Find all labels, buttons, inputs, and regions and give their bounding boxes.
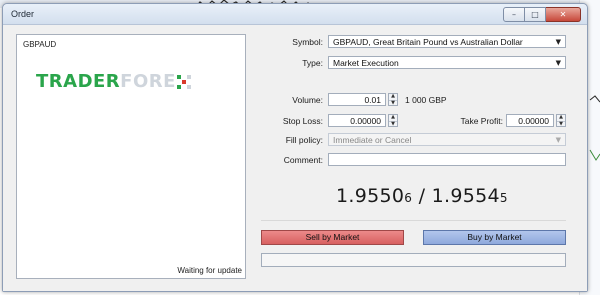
- stop-loss-stepper[interactable]: ▲ ▼: [388, 114, 398, 127]
- volume-unit: 1 000 GBP: [405, 95, 447, 105]
- spin-down-icon[interactable]: ▼: [389, 120, 397, 128]
- tick-chart-panel: GBPAUD TRADER FORE Waiting for update: [16, 34, 246, 279]
- divider: [261, 220, 566, 221]
- minimize-button[interactable]: –: [503, 7, 525, 22]
- fill-policy-select[interactable]: Immediate or Cancel ▼: [328, 133, 566, 146]
- dialog-body: GBPAUD TRADER FORE Waiting for update Sy…: [3, 25, 587, 291]
- maximize-icon: □: [531, 10, 539, 19]
- minimize-icon: –: [512, 10, 516, 19]
- chevron-down-icon: ▼: [555, 59, 561, 67]
- order-type-select[interactable]: Market Execution ▼: [328, 56, 566, 69]
- spin-down-icon[interactable]: ▼: [389, 99, 397, 107]
- order-type-value: Market Execution: [333, 58, 399, 68]
- stop-loss-input[interactable]: 0.00000: [328, 114, 386, 127]
- quote-separator: /: [412, 185, 432, 207]
- symbol-select-value: GBPAUD, Great Britain Pound vs Australia…: [333, 37, 523, 47]
- title-bar: Order – □ ✕: [3, 4, 587, 25]
- chevron-down-icon: ▼: [555, 136, 561, 144]
- spin-down-icon[interactable]: ▼: [557, 120, 565, 128]
- volume-stepper[interactable]: ▲ ▼: [388, 93, 398, 106]
- fill-policy-value: Immediate or Cancel: [333, 135, 412, 145]
- close-icon: ✕: [559, 10, 567, 19]
- take-profit-label: Take Profit:: [460, 116, 503, 126]
- type-label: Type:: [302, 58, 323, 68]
- maximize-button[interactable]: □: [525, 7, 546, 22]
- traderforex-logo: TRADER FORE: [36, 71, 192, 92]
- stop-loss-label: Stop Loss:: [282, 116, 323, 126]
- ask-price: 1.95545: [431, 185, 508, 207]
- execution-progress-bar: [261, 253, 566, 267]
- bid-price: 1.95506: [336, 185, 413, 207]
- volume-input[interactable]: 0.01: [328, 93, 386, 106]
- chart-status-text: Waiting for update: [177, 266, 242, 275]
- bid-ask-quote: 1.95506 / 1.95545: [336, 185, 508, 207]
- window-title: Order: [11, 9, 35, 19]
- comment-input[interactable]: [328, 153, 566, 166]
- order-dialog: Order – □ ✕ GBPAUD TRADER FORE Waiting f…: [2, 3, 588, 292]
- chevron-down-icon: ▼: [555, 38, 561, 46]
- sell-by-market-button[interactable]: Sell by Market: [261, 230, 404, 245]
- take-profit-input[interactable]: 0.00000: [506, 114, 554, 127]
- volume-label: Volume:: [292, 95, 323, 105]
- comment-label: Comment:: [283, 155, 323, 165]
- symbol-select[interactable]: GBPAUD, Great Britain Pound vs Australia…: [328, 35, 566, 48]
- buy-by-market-button[interactable]: Buy by Market: [423, 230, 566, 245]
- take-profit-value: 0.00000: [518, 116, 549, 126]
- fill-policy-label: Fill policy:: [285, 135, 323, 145]
- logo-fore-text: FORE: [120, 71, 176, 92]
- close-button[interactable]: ✕: [546, 7, 581, 22]
- take-profit-stepper[interactable]: ▲ ▼: [556, 114, 566, 127]
- symbol-label: Symbol:: [292, 37, 323, 47]
- stop-loss-value: 0.00000: [350, 116, 381, 126]
- volume-value: 0.01: [364, 95, 381, 105]
- logo-x-mark-icon: [176, 73, 191, 91]
- logo-trader-text: TRADER: [36, 71, 121, 92]
- window-controls: – □ ✕: [503, 7, 581, 22]
- chart-symbol-label: GBPAUD: [23, 40, 57, 49]
